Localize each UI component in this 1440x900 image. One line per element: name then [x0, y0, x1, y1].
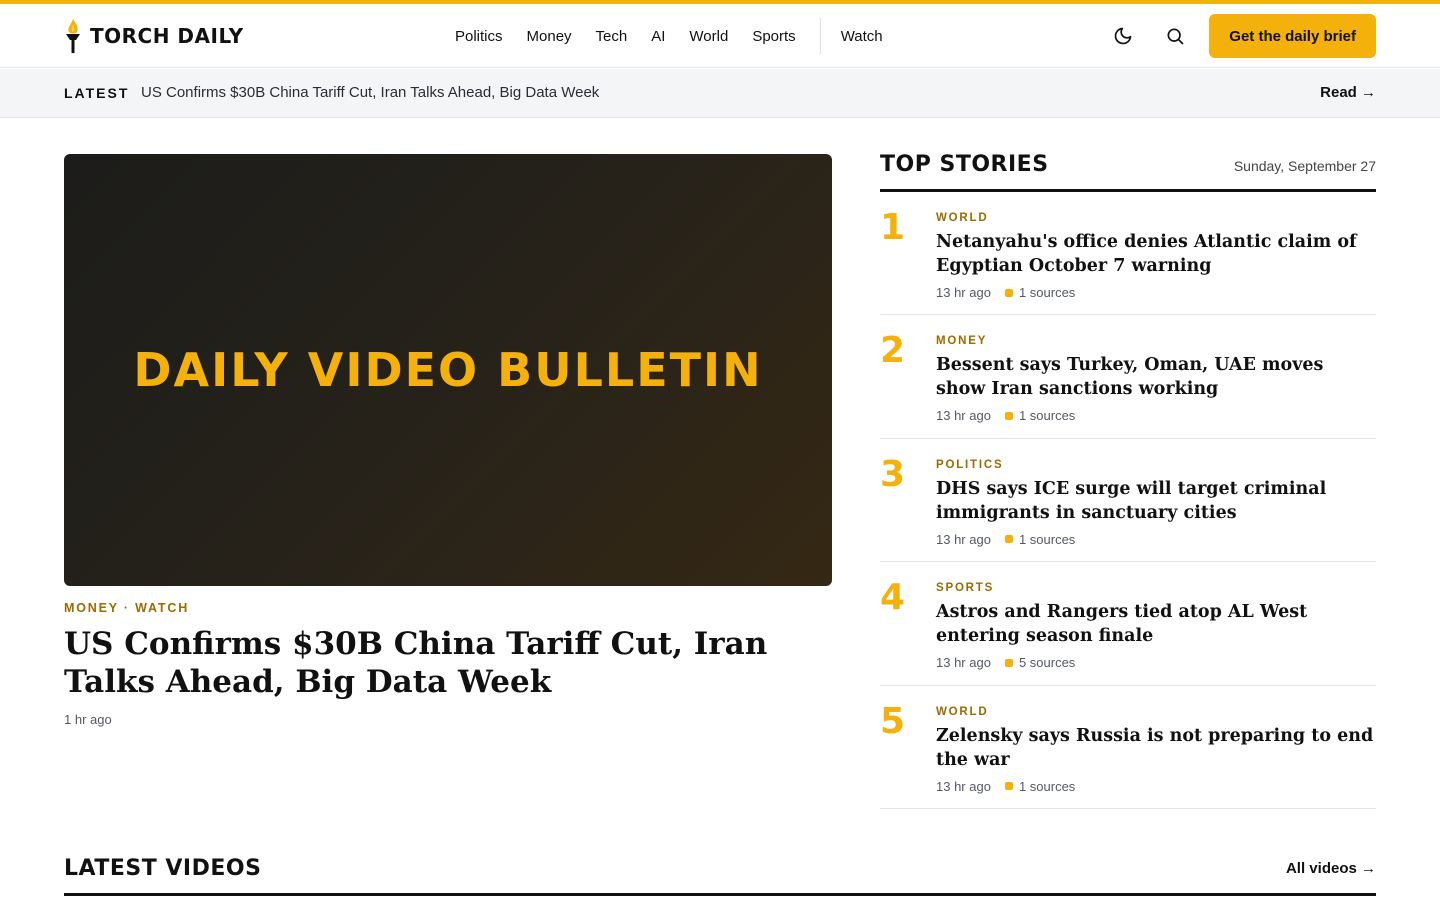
moon-icon: [1115, 27, 1132, 45]
story-category: POLITICS: [936, 458, 1004, 471]
story-item[interactable]: 5 WORLD Zelensky says Russia is not prep…: [880, 686, 1376, 809]
story-category: WORLD: [936, 705, 989, 718]
nav-item-tech[interactable]: Tech: [596, 28, 628, 45]
nav-item-money[interactable]: Money: [527, 28, 572, 45]
source-dot-icon: [1004, 411, 1013, 420]
top-stories-date: Sunday, September 27: [1233, 158, 1376, 174]
latest-videos-title: LATEST VIDEOS: [64, 856, 262, 881]
story-time: 13 hr ago: [936, 778, 991, 794]
hero-headline[interactable]: US Confirms $30B China Tariff Cut, Iran …: [64, 625, 824, 701]
nav-divider: [819, 18, 821, 54]
story-item[interactable]: 2 MONEY Bessent says Turkey, Oman, UAE m…: [880, 315, 1376, 439]
story-sources: 1 sources: [1018, 285, 1076, 300]
hero-timestamp: 1 hr ago: [64, 712, 112, 727]
story-time: 13 hr ago: [936, 408, 991, 424]
site-header: TORCH DAILY Politics Money Tech AI World…: [0, 4, 1440, 68]
story-time: 13 hr ago: [936, 655, 991, 671]
story-category: SPORTS: [936, 582, 995, 595]
story-meta: 13 hr ago 1 sources: [936, 285, 1075, 300]
story-item[interactable]: 1 WORLD Netanyahu's office denies Atlant…: [880, 192, 1376, 316]
nav-item-ai[interactable]: AI: [651, 28, 665, 45]
hero-kicker: MONEY · WATCH: [64, 601, 190, 615]
latest-videos-header: LATEST VIDEOS All videos →: [64, 852, 1376, 896]
story-time: 13 hr ago: [936, 531, 991, 547]
story-title: Bessent says Turkey, Oman, UAE moves sho…: [936, 355, 1324, 400]
nav-item-world[interactable]: World: [689, 28, 728, 45]
source-dot-icon: [1004, 535, 1013, 544]
story-rank: 3: [880, 453, 906, 495]
story-sources: 5 sources: [1018, 655, 1076, 671]
story-sources: 1 sources: [1018, 778, 1076, 794]
story-sources: 1 sources: [1018, 408, 1076, 424]
nav-item-politics[interactable]: Politics: [455, 28, 503, 45]
top-stories: TOP STORIES Sunday, September 27 1 WORLD…: [880, 150, 1376, 809]
site-logo[interactable]: TORCH DAILY: [64, 18, 244, 54]
story-title: Netanyahu's office denies Atlantic claim…: [936, 232, 1357, 276]
latest-label: LATEST: [64, 85, 130, 101]
daily-brief-button[interactable]: Get the daily brief: [1209, 14, 1376, 58]
hero-video[interactable]: DAILY VIDEO BULLETIN: [64, 154, 832, 586]
torch-icon: [66, 19, 80, 53]
story-title: Astros and Rangers tied atop AL West ent…: [936, 602, 1308, 647]
search-button[interactable]: [1157, 18, 1193, 54]
theme-toggle-button[interactable]: [1105, 18, 1141, 54]
source-dot-icon: [1004, 658, 1013, 667]
main-nav: Politics Money Tech AI World Sports Watc…: [455, 4, 883, 68]
story-rank: 5: [880, 700, 906, 742]
story-rank: 1: [880, 207, 906, 248]
story-rank: 2: [880, 330, 906, 372]
top-stories-title: TOP STORIES: [880, 152, 1049, 177]
hero-video-title: DAILY VIDEO BULLETIN: [133, 343, 763, 397]
story-item[interactable]: 3 POLITICS DHS says ICE surge will targe…: [880, 439, 1376, 563]
story-sources: 1 sources: [1018, 531, 1076, 547]
top-stories-header: TOP STORIES Sunday, September 27: [880, 150, 1376, 192]
nav-item-sports[interactable]: Sports: [752, 28, 795, 45]
search-icon: [1167, 28, 1184, 45]
latest-read-link[interactable]: Read →: [1320, 84, 1376, 101]
story-category: WORLD: [936, 212, 989, 224]
site-logo-text: TORCH DAILY: [90, 24, 244, 48]
story-rank: 4: [880, 577, 906, 619]
story-meta: 13 hr ago 1 sources: [936, 779, 1075, 794]
story-title: DHS says ICE surge will target criminal …: [936, 478, 1327, 523]
story-meta: 13 hr ago 5 sources: [936, 655, 1075, 670]
story-category: MONEY: [936, 335, 988, 348]
all-videos-link[interactable]: All videos →: [1286, 860, 1376, 877]
story-meta: 13 hr ago 1 sources: [936, 408, 1075, 423]
nav-item-watch[interactable]: Watch: [841, 28, 883, 45]
story-time: 13 hr ago: [936, 285, 991, 300]
source-dot-icon: [1004, 288, 1013, 297]
latest-headline-link[interactable]: US Confirms $30B China Tariff Cut, Iran …: [141, 84, 599, 101]
header-tools: Get the daily brief: [1105, 14, 1376, 58]
story-meta: 13 hr ago 1 sources: [936, 532, 1075, 547]
latest-bar: LATEST US Confirms $30B China Tariff Cut…: [0, 69, 1440, 118]
source-dot-icon: [1004, 782, 1013, 791]
story-title: Zelensky says Russia is not preparing to…: [936, 725, 1374, 770]
story-item[interactable]: 4 SPORTS Astros and Rangers tied atop AL…: [880, 562, 1376, 686]
